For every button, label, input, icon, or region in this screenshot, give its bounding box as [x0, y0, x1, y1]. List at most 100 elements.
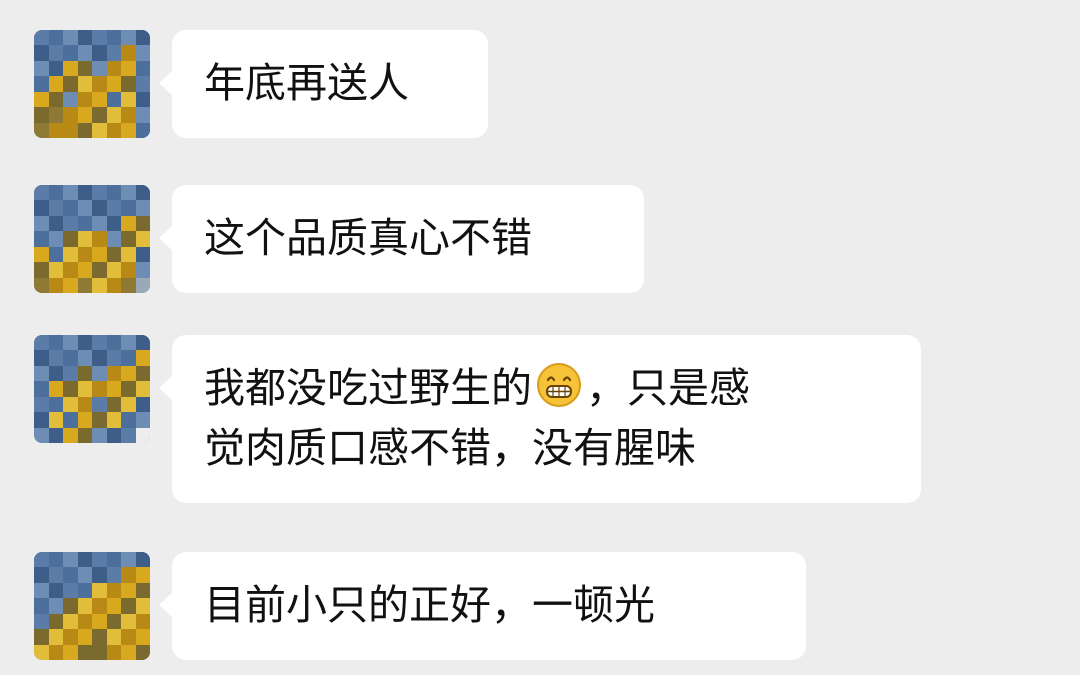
avatar-pixel [106, 412, 121, 428]
avatar-pixel [121, 277, 136, 293]
avatar-pixel [63, 582, 78, 599]
avatar-pixel [77, 60, 92, 77]
avatar-pixel [121, 552, 136, 568]
avatar-pixel [34, 215, 49, 232]
avatar[interactable] [34, 552, 150, 660]
avatar-pixel [121, 613, 136, 630]
avatar-pixel [77, 552, 92, 568]
avatar-pixel [92, 262, 107, 278]
avatar-pixel [77, 365, 92, 382]
avatar-pixel [34, 76, 49, 92]
avatar-pixel [92, 107, 107, 123]
avatar-pixel [106, 613, 121, 630]
avatar-pixel [135, 91, 150, 108]
avatar-pixel [34, 567, 49, 583]
avatar-pixel [106, 381, 121, 397]
avatar-pixel [63, 381, 78, 397]
avatar-pixel [135, 412, 150, 428]
avatar-pixel [63, 76, 78, 92]
avatar-pixel [48, 629, 63, 645]
avatar[interactable] [34, 335, 150, 443]
avatar-pixel [121, 567, 136, 583]
avatar-pixel [34, 613, 49, 630]
avatar-pixel [48, 122, 63, 138]
chat-window: 年底再送人 这个品质真心不错 我都没吃过野生的 ，只是感 觉肉质口感不错，没有腥… [0, 0, 1080, 675]
avatar-pixel [121, 200, 136, 216]
avatar-pixel [135, 200, 150, 216]
avatar-pixel [77, 396, 92, 413]
avatar-pixel [106, 200, 121, 216]
avatar-pixel [135, 613, 150, 630]
avatar-pixel [63, 427, 78, 443]
avatar-pixel [92, 200, 107, 216]
avatar-pixel [121, 60, 136, 77]
avatar-pixel [34, 381, 49, 397]
message-bubble[interactable]: 这个品质真心不错 [159, 185, 644, 293]
message-bubble[interactable]: 年底再送人 [159, 30, 488, 138]
avatar-pixel [106, 262, 121, 278]
avatar-pixel [135, 582, 150, 599]
avatar-pixel [77, 427, 92, 443]
avatar-pixel [135, 427, 150, 443]
avatar-pixel [106, 567, 121, 583]
grinning-face-emoji-icon [537, 363, 581, 407]
avatar-pixel [48, 107, 63, 123]
avatar-pixel [92, 335, 107, 351]
avatar-pixel [106, 396, 121, 413]
avatar-pixel [92, 215, 107, 232]
avatar-pixel [48, 381, 63, 397]
avatar-pixel [34, 122, 49, 138]
avatar-pixel [135, 246, 150, 263]
message-text: ，只是感 [586, 364, 750, 412]
avatar-pixel [77, 582, 92, 599]
avatar-pixel [48, 246, 63, 263]
avatar-pixel [48, 567, 63, 583]
avatar-pixel [63, 246, 78, 263]
avatar-pixel [106, 60, 121, 77]
avatar-pixel [34, 277, 49, 293]
avatar-pixel [106, 598, 121, 614]
avatar-pixel [63, 335, 78, 351]
avatar-pixel [48, 644, 63, 660]
avatar-pixel [77, 350, 92, 366]
avatar-pixel [92, 122, 107, 138]
avatar-pixel [63, 613, 78, 630]
message-bubble[interactable]: 目前小只的正好，一顿光 [159, 552, 806, 660]
avatar-pixel [63, 262, 78, 278]
avatar-pixel [121, 122, 136, 138]
avatar-pixel [106, 629, 121, 645]
avatar-pixel [92, 582, 107, 599]
avatar-pixel [106, 30, 121, 46]
avatar-pixel [121, 91, 136, 108]
avatar-pixel [121, 396, 136, 413]
avatar-pixel [48, 76, 63, 92]
avatar-pixel [63, 412, 78, 428]
avatar-pixel [121, 350, 136, 366]
avatar-pixel [121, 30, 136, 46]
avatar[interactable] [34, 30, 150, 138]
avatar-pixel [48, 552, 63, 568]
avatar-pixel [77, 629, 92, 645]
avatar-pixel [135, 45, 150, 61]
avatar-pixel [48, 365, 63, 382]
avatar-pixel [92, 412, 107, 428]
avatar-pixel [34, 644, 49, 660]
avatar-pixel [135, 215, 150, 232]
avatar-pixel [77, 76, 92, 92]
avatar-pixel [121, 246, 136, 263]
avatar-pixel [106, 76, 121, 92]
avatar-pixel [92, 60, 107, 77]
avatar-pixel [106, 107, 121, 123]
avatar-pixel [34, 582, 49, 599]
message-bubble[interactable]: 我都没吃过野生的 ，只是感 觉肉质口感不错，没有腥味 [159, 335, 921, 503]
avatar[interactable] [34, 185, 150, 293]
avatar-pixel [34, 200, 49, 216]
avatar-pixel [34, 107, 49, 123]
avatar-pixel [48, 598, 63, 614]
avatar-pixel [135, 381, 150, 397]
avatar-pixel [135, 231, 150, 247]
avatar-pixel [92, 45, 107, 61]
avatar-pixel [77, 644, 92, 660]
avatar-pixel [135, 350, 150, 366]
avatar-pixel [121, 582, 136, 599]
